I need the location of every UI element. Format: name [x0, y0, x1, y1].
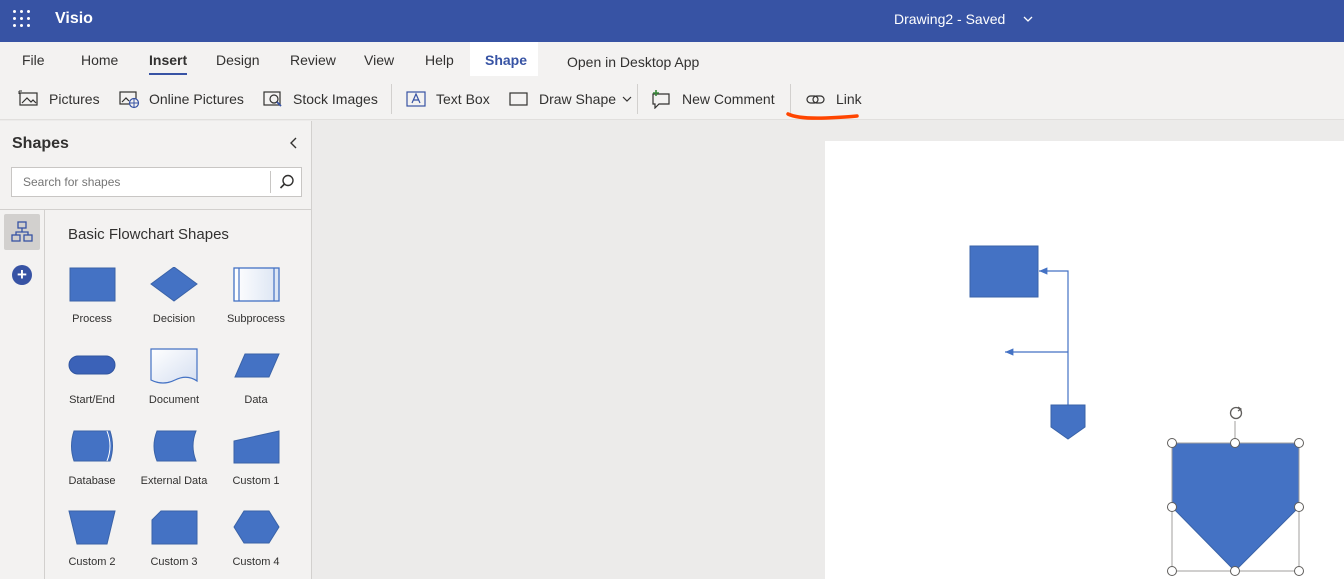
shape-label: Subprocess — [226, 313, 286, 325]
separator — [790, 84, 791, 114]
pictures-button[interactable]: Pictures — [18, 87, 100, 111]
resize-handle[interactable] — [1167, 502, 1177, 512]
shape-label: Database — [68, 475, 116, 487]
resize-handle[interactable] — [1294, 438, 1304, 448]
shape-custom-2[interactable]: Custom 2 — [51, 510, 133, 579]
tab-design[interactable]: Design — [216, 52, 260, 68]
search-icon — [279, 174, 294, 189]
connector-line[interactable] — [1039, 267, 1069, 405]
shape-label: Decision — [152, 313, 196, 325]
text-box-button[interactable]: Text Box — [406, 87, 490, 111]
shape-label: Custom 3 — [150, 556, 198, 568]
tab-shape-label: Shape — [485, 52, 528, 68]
ribbon-commands: Pictures Online Pictures Stock Images Te… — [0, 78, 1344, 120]
link-label: Link — [836, 91, 862, 107]
online-picture-icon — [119, 91, 140, 109]
shape-label: Custom 2 — [68, 556, 116, 568]
new-comment-label: New Comment — [682, 91, 775, 107]
shape-label: Document — [148, 394, 200, 406]
text-box-icon — [406, 91, 426, 107]
collapse-panel-icon[interactable] — [289, 136, 299, 153]
shape-label: Process — [72, 313, 112, 325]
resize-handle[interactable] — [1230, 566, 1240, 576]
shape-custom-4[interactable]: Custom 4 — [215, 510, 297, 579]
shape-decision[interactable]: Decision — [133, 267, 215, 347]
separator — [391, 84, 392, 114]
chevron-down-icon[interactable] — [1023, 10, 1033, 31]
search-input[interactable] — [12, 168, 270, 196]
separator — [637, 84, 638, 114]
tab-file[interactable]: File — [22, 52, 45, 68]
shapes-panel: Shapes + Basic Flowchart Shapes Process … — [0, 121, 312, 579]
shape-custom-1[interactable]: Custom 1 — [215, 429, 297, 509]
resize-handle[interactable] — [1294, 502, 1304, 512]
online-pictures-button[interactable]: Online Pictures — [119, 87, 244, 111]
drawing-canvas — [969, 245, 1304, 576]
shape-label: Data — [244, 394, 268, 406]
resize-handle[interactable] — [1167, 438, 1177, 448]
pictures-label: Pictures — [49, 91, 100, 107]
resize-handle[interactable] — [1167, 566, 1177, 576]
resize-handle[interactable] — [1294, 566, 1304, 576]
rotate-handle-icon[interactable] — [1229, 406, 1243, 420]
shape-subprocess[interactable]: Subprocess — [215, 267, 297, 347]
online-pictures-label: Online Pictures — [149, 91, 244, 107]
app-launcher-icon[interactable] — [13, 10, 32, 29]
rectangle-shape-icon — [509, 92, 528, 106]
tab-review[interactable]: Review — [290, 52, 336, 68]
annotation-underline — [786, 112, 859, 120]
stencil-title: Basic Flowchart Shapes — [68, 226, 229, 243]
chevron-down-icon — [622, 96, 632, 102]
tab-shape[interactable]: Shape — [470, 42, 538, 76]
process-shape[interactable] — [969, 245, 1039, 298]
add-stencil-button[interactable]: + — [12, 265, 32, 285]
tab-help[interactable]: Help — [425, 52, 454, 68]
shape-search-box — [11, 167, 302, 197]
ribbon-tabs: File Home Insert Design Review View Help… — [0, 42, 1344, 78]
shape-label: Custom 4 — [232, 556, 280, 568]
document-title[interactable]: Drawing2 - Saved — [894, 11, 1005, 27]
shape-label: External Data — [140, 475, 208, 487]
stock-images-label: Stock Images — [293, 91, 378, 107]
offpage-reference-shape[interactable] — [1050, 404, 1086, 440]
app-name[interactable]: Visio — [55, 10, 93, 28]
stock-images-icon — [263, 91, 282, 107]
draw-shape-label: Draw Shape — [539, 91, 617, 107]
shape-process[interactable]: Process — [51, 267, 133, 347]
link-button[interactable]: Link — [806, 87, 862, 111]
link-icon — [806, 95, 825, 104]
shape-custom-3[interactable]: Custom 3 — [133, 510, 215, 579]
picture-icon — [18, 90, 38, 106]
shape-external-data[interactable]: External Data — [133, 429, 215, 509]
shape-document[interactable]: Document — [133, 348, 215, 428]
title-bar: Visio Drawing2 - Saved — [0, 0, 1344, 42]
tab-home[interactable]: Home — [81, 52, 118, 68]
stencil-rail: + — [0, 210, 45, 579]
flowchart-stencil-icon[interactable] — [4, 214, 40, 250]
text-box-label: Text Box — [436, 91, 490, 107]
shape-data[interactable]: Data — [215, 348, 297, 428]
divider — [0, 209, 311, 210]
comment-add-icon — [652, 90, 670, 109]
shape-start-end[interactable]: Start/End — [51, 348, 133, 428]
new-comment-button[interactable]: New Comment — [651, 87, 775, 111]
draw-shape-button[interactable]: Draw Shape — [509, 87, 632, 111]
shapes-panel-title: Shapes — [12, 135, 69, 152]
open-desktop-app-link[interactable]: Open in Desktop App — [567, 54, 699, 70]
tab-insert[interactable]: Insert — [149, 52, 188, 75]
shape-label: Custom 1 — [232, 475, 280, 487]
shape-label: Start/End — [69, 394, 115, 406]
resize-handle[interactable] — [1230, 438, 1240, 448]
stock-images-button[interactable]: Stock Images — [263, 87, 378, 111]
shape-database[interactable]: Database — [51, 429, 133, 509]
drawing-page[interactable] — [825, 141, 1344, 579]
tab-view[interactable]: View — [364, 52, 394, 68]
search-button[interactable] — [270, 171, 302, 193]
